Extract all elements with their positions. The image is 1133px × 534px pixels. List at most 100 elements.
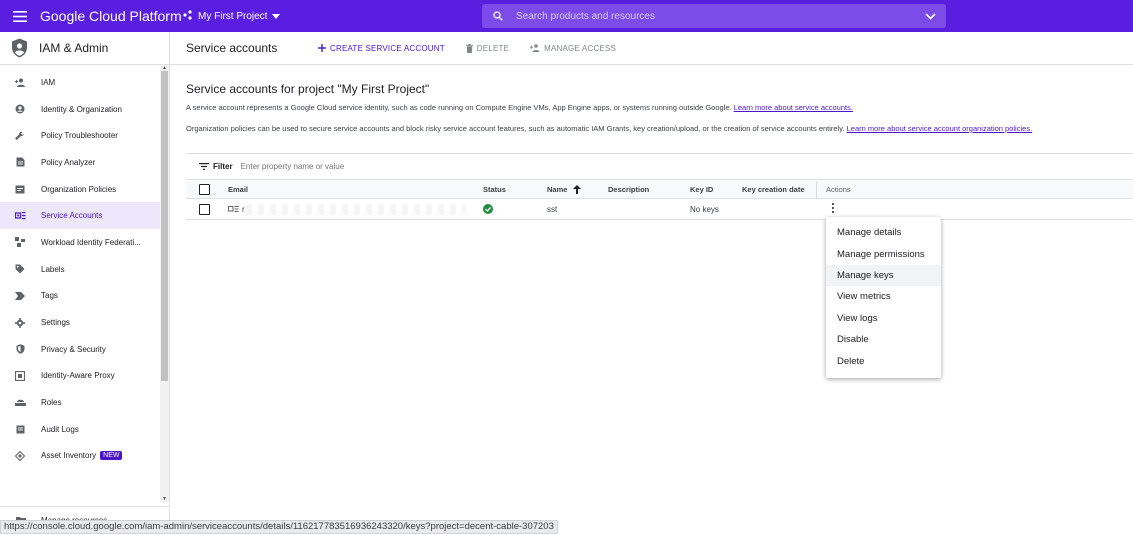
sidebar-item-audit-logs[interactable]: Audit Logs (0, 416, 160, 443)
column-header-key-id[interactable]: Key ID (690, 185, 713, 194)
sidebar-item-iam[interactable]: IAM (0, 69, 160, 96)
description-2: Organization policies can be used to sec… (186, 124, 845, 133)
sidebar-item-labels[interactable]: Labels (0, 256, 160, 283)
top-app-bar: Google Cloud Platform My First Project S… (0, 0, 1133, 32)
column-header-description[interactable]: Description (608, 185, 649, 194)
learn-more-org-policies-link[interactable]: Learn more about service account organiz… (847, 124, 1033, 133)
delete-button[interactable]: DELETE (465, 43, 510, 53)
table-row[interactable]: r sst No keys (186, 199, 1133, 220)
name-header-label: Name (547, 185, 568, 194)
column-header-actions: Actions (826, 185, 851, 194)
trash-icon (465, 43, 473, 53)
sidebar-item-label: Policy Troubleshooter (41, 131, 118, 141)
page-title: Service accounts (186, 41, 278, 55)
account-circle-icon (0, 104, 41, 114)
proxy-icon (0, 370, 41, 381)
search-bar[interactable]: Search products and resources (482, 4, 946, 28)
federation-icon (0, 237, 41, 248)
column-header-name[interactable]: Name (547, 185, 582, 194)
create-service-account-button[interactable]: CREATE SERVICE ACCOUNT (318, 44, 445, 53)
plus-icon (318, 44, 326, 52)
section-heading: Service accounts for project "My First P… (186, 82, 430, 96)
project-dots-icon (183, 9, 193, 23)
sidebar-item-policy-troubleshooter[interactable]: Policy Troubleshooter (0, 122, 160, 149)
filter-label: Filter (213, 162, 233, 171)
sidebar-item-label: Settings (41, 318, 70, 328)
filter-input[interactable] (240, 162, 541, 171)
main-content: Service accounts CREATE SERVICE ACCOUNT … (170, 32, 1133, 534)
menu-item-delete[interactable]: Delete (826, 350, 941, 371)
description-text: A service account represents a Google Cl… (186, 103, 1133, 112)
sidebar-item-identity-organization[interactable]: Identity & Organization (0, 96, 160, 123)
sidebar-scrollbar[interactable]: ▲ ▼ (160, 65, 169, 502)
row-checkbox[interactable] (199, 203, 210, 215)
manage-access-button[interactable]: MANAGE ACCESS (530, 44, 616, 53)
menu-item-manage-keys[interactable]: Manage keys (826, 264, 941, 287)
status-bar-url: https://console.cloud.google.com/iam-adm… (0, 520, 558, 534)
sidebar-item-label: Tags (41, 291, 58, 301)
table-header-row: Email Status Name Description Key ID Key… (186, 181, 1133, 199)
delete-label: DELETE (476, 43, 510, 53)
sidebar-item-label: Service Accounts (41, 211, 103, 221)
actions-divider (816, 181, 817, 199)
status-cell (483, 204, 493, 214)
service-account-icon (228, 205, 239, 213)
menu-item-manage-details[interactable]: Manage details (826, 222, 941, 243)
column-header-status[interactable]: Status (483, 185, 506, 194)
sidebar: IAM & Admin IAM Identity & Organization … (0, 32, 170, 534)
sidebar-item-label: IAM (41, 77, 56, 87)
shield-icon (11, 38, 28, 58)
check-circle-icon (483, 204, 493, 214)
sidebar-item-tags[interactable]: Tags (0, 283, 160, 310)
sidebar-item-settings[interactable]: Settings (0, 309, 160, 336)
sidebar-item-asset-inventory[interactable]: Asset Inventory NEW (0, 443, 160, 470)
learn-more-service-accounts-link[interactable]: Learn more about service accounts. (734, 103, 853, 112)
scroll-down-arrow-icon[interactable]: ▼ (161, 496, 168, 502)
menu-item-view-metrics[interactable]: View metrics (826, 286, 941, 307)
sidebar-item-organization-policies[interactable]: Organization Policies (0, 176, 160, 203)
sidebar-nav: IAM Identity & Organization Policy Troub… (0, 69, 160, 469)
sidebar-item-policy-analyzer[interactable]: Policy Analyzer (0, 149, 160, 176)
menu-item-disable[interactable]: Disable (826, 329, 941, 350)
column-header-email[interactable]: Email (228, 185, 248, 194)
asset-icon (0, 450, 41, 461)
select-all-checkbox[interactable] (199, 184, 210, 195)
sidebar-item-label: Policy Analyzer (41, 157, 96, 167)
project-picker[interactable]: My First Project (183, 6, 281, 26)
sidebar-item-roles[interactable]: Roles (0, 389, 160, 416)
wrench-icon (0, 131, 41, 141)
email-value: r (242, 204, 245, 214)
sidebar-item-label: Identity & Organization (41, 104, 122, 114)
sidebar-item-workload-identity-federation[interactable]: Workload Identity Federati... (0, 229, 160, 256)
create-label: CREATE SERVICE ACCOUNT (330, 43, 445, 53)
hamburger-menu-button[interactable] (0, 0, 40, 32)
label-icon (0, 264, 41, 274)
person-add-icon (0, 78, 41, 87)
actions-menu: Manage details Manage permissions Manage… (826, 217, 941, 378)
sidebar-item-service-accounts[interactable]: Service Accounts (0, 202, 160, 230)
sidebar-item-label: Identity-Aware Proxy (41, 371, 115, 381)
redacted-email (246, 204, 466, 215)
new-badge: NEW (100, 451, 123, 461)
chevron-down-icon[interactable] (925, 12, 936, 20)
page-toolbar: Service accounts CREATE SERVICE ACCOUNT … (170, 32, 1133, 65)
hamburger-icon (13, 10, 27, 22)
scrollbar-thumb[interactable] (161, 71, 168, 381)
service-account-icon (0, 211, 41, 220)
email-cell[interactable]: r (228, 205, 245, 214)
menu-item-manage-permissions[interactable]: Manage permissions (826, 243, 941, 264)
menu-item-view-logs[interactable]: View logs (826, 308, 941, 329)
more-actions-icon[interactable] (829, 202, 837, 214)
project-name: My First Project (198, 10, 268, 22)
sidebar-item-privacy-security[interactable]: Privacy & Security (0, 336, 160, 363)
brand-title[interactable]: Google Cloud Platform (40, 8, 182, 24)
list-box-icon (0, 185, 41, 194)
filter-icon (199, 163, 209, 170)
gear-icon (0, 317, 41, 328)
sidebar-item-identity-aware-proxy[interactable]: Identity-Aware Proxy (0, 363, 160, 390)
description-1: A service account represents a Google Cl… (186, 103, 732, 112)
column-header-key-creation-date[interactable]: Key creation date (742, 185, 805, 194)
content-area: Service accounts for project "My First P… (170, 82, 1133, 133)
sidebar-item-label: Labels (41, 264, 65, 274)
logs-icon (0, 425, 41, 434)
